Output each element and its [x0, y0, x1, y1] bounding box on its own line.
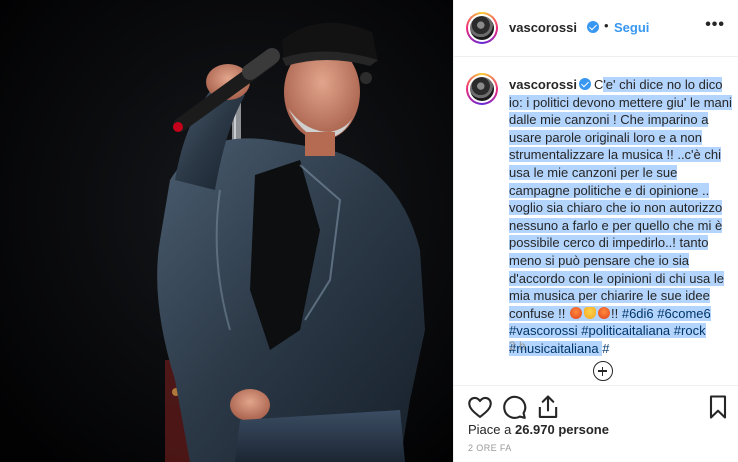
post-sidebar: vascorossi • Segui ••• vascorossi C'e' ch…: [453, 0, 738, 462]
share-icon[interactable]: [534, 393, 562, 421]
angry-face-icon: [597, 306, 610, 319]
post-time-ago: 2 ORE FA: [468, 443, 512, 453]
likes-number: 26.970: [514, 422, 555, 437]
header-username[interactable]: vascorossi: [509, 20, 577, 35]
caption-text-selected: 'e' chi dice no lo dico io: i politici d…: [509, 77, 732, 321]
likes-prefix: Piace a: [468, 422, 515, 437]
likes-count[interactable]: Piace a 26.970 persone: [468, 422, 609, 437]
avatar-image: [470, 16, 494, 40]
hashtag-link[interactable]: #6di6: [621, 305, 654, 321]
hashtag-link[interactable]: #politicaitaliana: [581, 323, 671, 339]
heart-icon[interactable]: [466, 393, 494, 421]
caption-username[interactable]: vascorossi: [509, 77, 577, 92]
post-header: vascorossi • Segui •••: [454, 0, 738, 57]
avatar[interactable]: [466, 12, 498, 44]
caption-timestamp: 2 h: [509, 339, 526, 353]
separator-dot: •: [604, 18, 609, 33]
bookmark-icon[interactable]: [704, 393, 732, 421]
post-photo[interactable]: [0, 0, 453, 462]
plus-circle-icon[interactable]: [593, 361, 613, 381]
emoji-group: [568, 305, 611, 321]
avatar-image: [470, 77, 494, 101]
verified-badge-icon: [578, 78, 591, 90]
action-bar: [454, 387, 738, 427]
caption-avatar[interactable]: [466, 73, 498, 105]
hashtag-link[interactable]: #: [602, 341, 609, 356]
hashtag-link[interactable]: #vascorossi: [509, 323, 578, 339]
hashtag-link[interactable]: #rock: [673, 323, 706, 339]
more-options-icon[interactable]: •••: [705, 16, 725, 34]
hashtag-link[interactable]: #6come6: [657, 305, 711, 321]
verified-badge-icon: [587, 21, 599, 33]
caption-text-start: C: [593, 77, 604, 92]
concert-photo: [0, 0, 453, 462]
follow-button[interactable]: Segui: [614, 20, 649, 35]
comment-icon[interactable]: [500, 393, 528, 421]
caption-text: vascorossi C'e' chi dice no lo dico io: i…: [509, 76, 733, 358]
sign-of-horns-icon: [583, 306, 596, 319]
likes-suffix: persone: [554, 422, 609, 437]
angry-face-icon: [569, 306, 582, 319]
caption-section: vascorossi C'e' chi dice no lo dico io: i…: [454, 58, 738, 386]
